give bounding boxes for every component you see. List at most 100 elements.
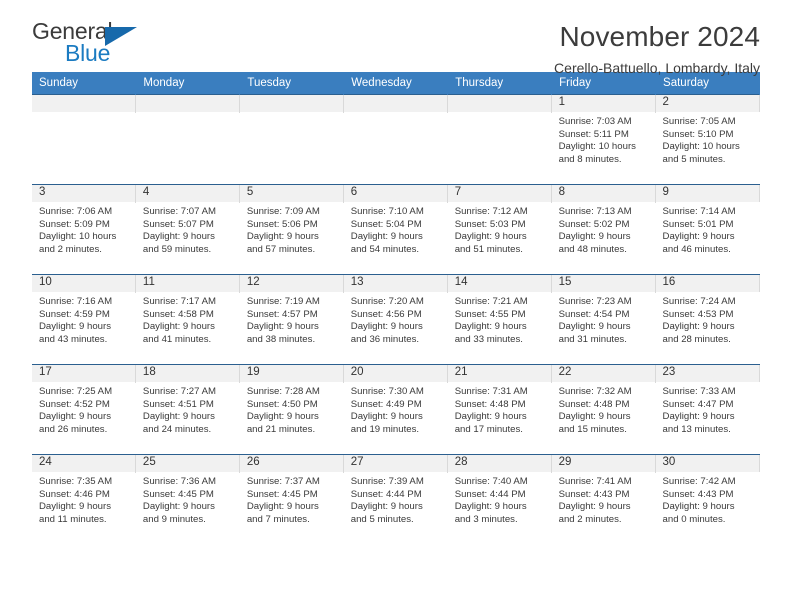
day-detail-line: Daylight: 9 hours bbox=[454, 231, 527, 243]
calendar-cell-day-27[interactable]: 27 Sunrise: 7:39 AM Sunset: 4:44 PM Dayligh… bbox=[343, 454, 448, 545]
calendar-body: 1 Sunrise: 7:03 AM Sunset: 5:11 PM Daylight… bbox=[32, 94, 760, 545]
day-detail-line: Sunset: 4:54 PM bbox=[558, 308, 630, 320]
day-details: Sunrise: 7:27 AM Sunset: 4:51 PM Daylight:… bbox=[136, 382, 240, 436]
day-detail-line: Daylight: 9 hours bbox=[454, 411, 527, 423]
day-number bbox=[135, 95, 240, 112]
calendar-cell-day-28[interactable]: 28 Sunrise: 7:40 AM Sunset: 4:44 PM Dayligh… bbox=[447, 454, 552, 545]
day-detail-line: Sunset: 4:47 PM bbox=[662, 398, 734, 410]
calendar-cell-day-8[interactable]: 8 Sunrise: 7:13 AM Sunset: 5:02 PM Daylight… bbox=[551, 184, 656, 275]
day-details: Sunrise: 7:16 AM Sunset: 4:59 PM Daylight:… bbox=[32, 292, 136, 346]
day-details: Sunrise: 7:19 AM Sunset: 4:57 PM Daylight:… bbox=[240, 292, 344, 346]
day-details bbox=[136, 112, 240, 116]
calendar-cell-day-5[interactable]: 5 Sunrise: 7:09 AM Sunset: 5:06 PM Daylight… bbox=[239, 184, 344, 275]
calendar-cell-empty bbox=[447, 94, 552, 185]
calendar-cell-day-25[interactable]: 25 Sunrise: 7:36 AM Sunset: 4:45 PM Dayligh… bbox=[135, 454, 240, 545]
day-detail-line: Sunset: 4:43 PM bbox=[558, 488, 630, 500]
day-details: Sunrise: 7:41 AM Sunset: 4:43 PM Daylight:… bbox=[552, 472, 656, 526]
day-detail-line: and 26 minutes. bbox=[39, 423, 108, 435]
calendar-cell-day-13[interactable]: 13 Sunrise: 7:20 AM Sunset: 4:56 PM Dayligh… bbox=[343, 274, 448, 365]
day-details: Sunrise: 7:10 AM Sunset: 5:04 PM Daylight:… bbox=[344, 202, 448, 256]
day-detail-line: and 2 minutes. bbox=[39, 243, 102, 255]
day-number bbox=[32, 95, 136, 112]
day-number: 19 bbox=[239, 365, 344, 382]
day-details: Sunrise: 7:12 AM Sunset: 5:03 PM Daylight:… bbox=[448, 202, 552, 256]
day-detail-line: Daylight: 9 hours bbox=[39, 411, 111, 423]
day-detail-line: and 28 minutes. bbox=[662, 333, 731, 345]
day-detail-line: Daylight: 9 hours bbox=[246, 321, 319, 333]
calendar-cell-day-17[interactable]: 17 Sunrise: 7:25 AM Sunset: 4:52 PM Dayligh… bbox=[32, 364, 136, 455]
calendar-cell-day-24[interactable]: 24 Sunrise: 7:35 AM Sunset: 4:46 PM Dayligh… bbox=[32, 454, 136, 545]
calendar-cell-day-15[interactable]: 15 Sunrise: 7:23 AM Sunset: 4:54 PM Dayligh… bbox=[551, 274, 656, 365]
day-number: 16 bbox=[655, 275, 760, 292]
calendar-cell-day-18[interactable]: 18 Sunrise: 7:27 AM Sunset: 4:51 PM Dayligh… bbox=[135, 364, 240, 455]
day-number: 9 bbox=[655, 185, 760, 202]
calendar-cell-day-21[interactable]: 21 Sunrise: 7:31 AM Sunset: 4:48 PM Dayligh… bbox=[447, 364, 552, 455]
calendar-cell-day-3[interactable]: 3 Sunrise: 7:06 AM Sunset: 5:09 PM Daylight… bbox=[32, 184, 136, 275]
day-detail-line: and 5 minutes. bbox=[350, 513, 414, 525]
day-detail-line: Sunrise: 7:13 AM bbox=[558, 206, 632, 217]
day-detail-line: Daylight: 10 hours bbox=[39, 231, 117, 243]
day-detail-line: Sunset: 4:58 PM bbox=[142, 308, 214, 320]
calendar-cell-day-7[interactable]: 7 Sunrise: 7:12 AM Sunset: 5:03 PM Daylight… bbox=[447, 184, 552, 275]
calendar-cell-day-9[interactable]: 9 Sunrise: 7:14 AM Sunset: 5:01 PM Daylight… bbox=[655, 184, 760, 275]
day-details: Sunrise: 7:37 AM Sunset: 4:45 PM Daylight:… bbox=[240, 472, 344, 526]
day-detail-line: Daylight: 9 hours bbox=[558, 501, 631, 513]
day-detail-line: Sunset: 4:50 PM bbox=[246, 398, 318, 410]
day-detail-line: Sunrise: 7:32 AM bbox=[558, 386, 632, 397]
calendar-cell-day-26[interactable]: 26 Sunrise: 7:37 AM Sunset: 4:45 PM Dayligh… bbox=[239, 454, 344, 545]
day-number: 7 bbox=[447, 185, 552, 202]
calendar-cell-day-29[interactable]: 29 Sunrise: 7:41 AM Sunset: 4:43 PM Dayligh… bbox=[551, 454, 656, 545]
calendar-cell-day-11[interactable]: 11 Sunrise: 7:17 AM Sunset: 4:58 PM Dayligh… bbox=[135, 274, 240, 365]
calendar-cell-day-10[interactable]: 10 Sunrise: 7:16 AM Sunset: 4:59 PM Dayligh… bbox=[32, 274, 136, 365]
day-detail-line: Daylight: 9 hours bbox=[558, 411, 631, 423]
day-detail-line: Sunrise: 7:09 AM bbox=[246, 206, 320, 217]
general-blue-logo[interactable]: General Blue bbox=[32, 18, 162, 72]
day-detail-line: Sunset: 5:02 PM bbox=[558, 218, 630, 230]
calendar-cell-day-30[interactable]: 30 Sunrise: 7:42 AM Sunset: 4:43 PM Dayligh… bbox=[655, 454, 760, 545]
calendar-cell-day-23[interactable]: 23 Sunrise: 7:33 AM Sunset: 4:47 PM Dayligh… bbox=[655, 364, 760, 455]
day-detail-line: Sunrise: 7:17 AM bbox=[142, 296, 216, 307]
day-detail-line: Sunset: 5:11 PM bbox=[558, 128, 629, 140]
day-details: Sunrise: 7:36 AM Sunset: 4:45 PM Daylight:… bbox=[136, 472, 240, 526]
day-detail-line: Sunset: 5:06 PM bbox=[246, 218, 318, 230]
day-details: Sunrise: 7:35 AM Sunset: 4:46 PM Daylight:… bbox=[32, 472, 136, 526]
day-number: 20 bbox=[343, 365, 448, 382]
day-number: 5 bbox=[239, 185, 344, 202]
calendar-cell-day-1[interactable]: 1 Sunrise: 7:03 AM Sunset: 5:11 PM Daylight… bbox=[551, 94, 656, 185]
day-details: Sunrise: 7:24 AM Sunset: 4:53 PM Daylight:… bbox=[656, 292, 760, 346]
day-detail-line: Daylight: 9 hours bbox=[350, 321, 423, 333]
day-number: 14 bbox=[447, 275, 552, 292]
day-details: Sunrise: 7:25 AM Sunset: 4:52 PM Daylight:… bbox=[32, 382, 136, 436]
day-detail-line: and 0 minutes. bbox=[662, 513, 726, 525]
calendar-cell-day-14[interactable]: 14 Sunrise: 7:21 AM Sunset: 4:55 PM Dayligh… bbox=[447, 274, 552, 365]
calendar-cell-empty bbox=[343, 94, 448, 185]
day-detail-line: Daylight: 9 hours bbox=[454, 501, 527, 513]
day-details: Sunrise: 7:40 AM Sunset: 4:44 PM Daylight:… bbox=[448, 472, 552, 526]
calendar-cell-day-22[interactable]: 22 Sunrise: 7:32 AM Sunset: 4:48 PM Dayligh… bbox=[551, 364, 656, 455]
day-detail-line: Sunrise: 7:31 AM bbox=[454, 386, 528, 397]
day-detail-line: Daylight: 9 hours bbox=[142, 321, 215, 333]
day-details bbox=[344, 112, 448, 116]
day-number bbox=[343, 95, 448, 112]
calendar-cell-day-19[interactable]: 19 Sunrise: 7:28 AM Sunset: 4:50 PM Dayligh… bbox=[239, 364, 344, 455]
day-detail-line: Sunrise: 7:21 AM bbox=[454, 296, 528, 307]
day-details: Sunrise: 7:23 AM Sunset: 4:54 PM Daylight:… bbox=[552, 292, 656, 346]
page-title: November 2024 bbox=[559, 21, 760, 52]
calendar-cell-day-12[interactable]: 12 Sunrise: 7:19 AM Sunset: 4:57 PM Dayligh… bbox=[239, 274, 344, 365]
day-detail-line: Daylight: 9 hours bbox=[39, 321, 111, 333]
calendar-cell-day-16[interactable]: 16 Sunrise: 7:24 AM Sunset: 4:53 PM Dayligh… bbox=[655, 274, 760, 365]
day-number: 18 bbox=[135, 365, 240, 382]
calendar-cell-day-2[interactable]: 2 Sunrise: 7:05 AM Sunset: 5:10 PM Daylight… bbox=[655, 94, 760, 185]
day-detail-line: and 33 minutes. bbox=[454, 333, 523, 345]
day-detail-line: Sunset: 5:03 PM bbox=[454, 218, 526, 230]
day-number: 15 bbox=[551, 275, 656, 292]
day-number: 26 bbox=[239, 455, 344, 472]
day-number: 22 bbox=[551, 365, 656, 382]
calendar-cell-day-20[interactable]: 20 Sunrise: 7:30 AM Sunset: 4:49 PM Dayligh… bbox=[343, 364, 448, 455]
day-details: Sunrise: 7:33 AM Sunset: 4:47 PM Daylight:… bbox=[656, 382, 760, 436]
calendar-cell-day-4[interactable]: 4 Sunrise: 7:07 AM Sunset: 5:07 PM Daylight… bbox=[135, 184, 240, 275]
day-detail-line: Sunset: 4:51 PM bbox=[142, 398, 214, 410]
day-detail-line: Sunrise: 7:27 AM bbox=[142, 386, 216, 397]
calendar-week-row: 17 Sunrise: 7:25 AM Sunset: 4:52 PM Dayligh… bbox=[32, 364, 760, 455]
calendar-cell-day-6[interactable]: 6 Sunrise: 7:10 AM Sunset: 5:04 PM Daylight… bbox=[343, 184, 448, 275]
